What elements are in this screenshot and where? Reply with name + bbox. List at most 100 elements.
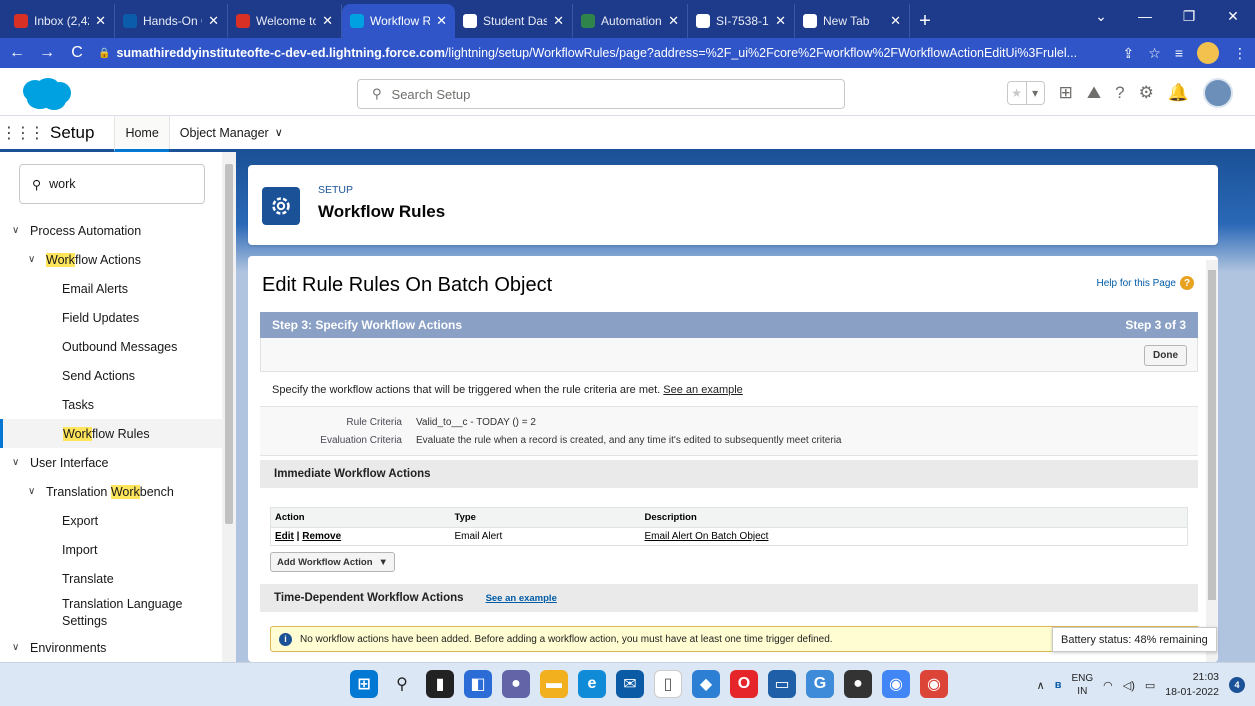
close-tab-icon[interactable]: ✕ (208, 13, 219, 29)
nav-tab-home[interactable]: Home (114, 116, 169, 152)
clock[interactable]: 21:03 18-01-2022 (1165, 670, 1219, 699)
nav-tab-object-manager[interactable]: Object Manager ∨ (168, 116, 293, 149)
browser-tab[interactable]: Inbox (2,429) ✕ (6, 4, 115, 38)
close-tab-icon[interactable]: ✕ (890, 13, 901, 29)
setup-gear-icon[interactable]: ⚙ (1139, 83, 1154, 103)
trailhead-icon[interactable]: ⛰ (1087, 83, 1101, 103)
mail-icon[interactable]: ✉ (616, 670, 644, 698)
wifi-icon[interactable]: ◠ (1103, 679, 1113, 692)
sidebar-tree-item[interactable]: Import (0, 535, 222, 564)
sidebar-tree-item[interactable]: Translation Language Settings (0, 593, 222, 633)
edit-link[interactable]: Edit (275, 531, 294, 542)
chevron-down-icon[interactable]: ∨ (12, 642, 24, 653)
browser-tab[interactable]: Student Dash ✕ (455, 4, 573, 38)
sidebar-tree-item[interactable]: Workflow Rules (0, 419, 222, 448)
close-tab-icon[interactable]: ✕ (553, 13, 564, 29)
url-field[interactable]: 🔒 sumathireddyinstituteofte-c-dev-ed.lig… (98, 46, 1111, 60)
app-launcher-icon[interactable]: ⋮⋮⋮ (0, 116, 45, 149)
sidebar-scroll-thumb[interactable] (225, 164, 233, 524)
chevron-down-icon[interactable]: ∨ (28, 254, 40, 265)
sidebar-tree-item[interactable]: Field Updates (0, 303, 222, 332)
close-window-button[interactable]: ✕ (1211, 8, 1255, 25)
help-for-this-page-link[interactable]: Help for this Page ? (1097, 276, 1194, 290)
browser-tab[interactable]: SI-7538-1641 ✕ (688, 4, 795, 38)
browser-tab[interactable]: Hands-On O ✕ (115, 4, 228, 38)
start-menu-icon[interactable]: ⊞ (350, 670, 378, 698)
share-icon[interactable]: ⇪ (1123, 45, 1135, 62)
close-tab-icon[interactable]: ✕ (775, 13, 786, 29)
reload-icon[interactable]: C (68, 44, 86, 62)
task-view-icon[interactable]: ▮ (426, 670, 454, 698)
browser-tab[interactable]: Welcome to ✕ (228, 4, 342, 38)
tray-overflow-icon[interactable]: ∧ (1037, 679, 1045, 692)
restore-button[interactable]: ❐ (1167, 8, 1211, 25)
favorites-dropdown-icon[interactable]: ▾ (1025, 82, 1044, 104)
bookmark-star-icon[interactable]: ☆ (1148, 45, 1161, 62)
new-tab-button[interactable]: + (910, 4, 940, 38)
global-search-input[interactable]: ⚲ Search Setup (357, 79, 845, 109)
browser-tab[interactable]: New Tab ✕ (795, 4, 910, 38)
sidebar-tree-item[interactable]: ∨ Environments (0, 633, 222, 662)
close-tab-icon[interactable]: ✕ (322, 13, 333, 29)
global-actions-icon[interactable]: ⊞ (1059, 83, 1073, 103)
browser-menu-icon[interactable]: ⋮ (1233, 45, 1247, 62)
sidebar-tree-item[interactable]: ∨ Translation Workbench (0, 477, 222, 506)
notifications-bell-icon[interactable]: 🔔 (1168, 83, 1189, 103)
reading-list-icon[interactable]: ≡ (1175, 45, 1183, 61)
content-scrollbar[interactable] (1206, 260, 1218, 662)
app-icon[interactable]: G (806, 670, 834, 698)
browser-tab[interactable]: Workflow Rul ✕ (342, 4, 455, 38)
edge-browser-icon[interactable]: e (578, 670, 606, 698)
time-see-example-link[interactable]: See an example (486, 593, 557, 604)
sidebar-scrollbar[interactable] (222, 152, 236, 662)
description-link[interactable]: Email Alert On Batch Object (645, 531, 769, 542)
file-explorer-icon[interactable]: ▬ (540, 670, 568, 698)
chrome-profile-icon[interactable]: ◉ (920, 670, 948, 698)
store-icon[interactable]: ◆ (692, 670, 720, 698)
chrome-icon[interactable]: ◉ (882, 670, 910, 698)
close-tab-icon[interactable]: ✕ (95, 13, 106, 29)
done-button[interactable]: Done (1144, 345, 1187, 366)
widgets-icon[interactable]: ◧ (464, 670, 492, 698)
bluetooth-icon[interactable]: ʙ (1055, 679, 1062, 691)
notepad-icon[interactable]: ▯ (654, 670, 682, 698)
browser-tab[interactable]: Automations ✕ (573, 4, 688, 38)
input-language[interactable]: ENG IN (1071, 672, 1093, 698)
sidebar-tree-item[interactable]: Tasks (0, 390, 222, 419)
tab-search-icon[interactable]: ⌄ (1079, 8, 1123, 25)
chevron-down-icon[interactable]: ∨ (275, 126, 283, 139)
github-icon[interactable]: ● (844, 670, 872, 698)
minimize-button[interactable]: — (1123, 8, 1167, 24)
notification-badge[interactable]: 4 (1229, 677, 1245, 693)
forward-icon[interactable]: → (38, 44, 56, 62)
content-scroll-thumb[interactable] (1208, 270, 1216, 600)
back-icon[interactable]: ← (8, 44, 26, 62)
sidebar-tree-item[interactable]: Export (0, 506, 222, 535)
chevron-down-icon[interactable]: ∨ (12, 225, 24, 236)
salesforce-logo[interactable] (20, 77, 72, 111)
monitor-icon[interactable]: ▭ (768, 670, 796, 698)
help-icon[interactable]: ? (1115, 83, 1124, 103)
favorite-star-icon[interactable]: ★ (1008, 82, 1026, 104)
add-workflow-action-button[interactable]: Add Workflow Action ▼ (270, 552, 395, 572)
chevron-down-icon[interactable]: ∨ (12, 457, 24, 468)
sidebar-tree-item[interactable]: ∨ Process Automation (0, 216, 222, 245)
user-avatar[interactable] (1203, 78, 1233, 108)
close-tab-icon[interactable]: ✕ (436, 13, 447, 29)
sidebar-tree-item[interactable]: ∨ User Interface (0, 448, 222, 477)
taskbar-search-icon[interactable]: ⚲ (388, 670, 416, 698)
opera-icon[interactable]: O (730, 670, 758, 698)
quick-find-input[interactable]: ⚲ work (19, 164, 205, 204)
remove-link[interactable]: Remove (302, 531, 341, 542)
sidebar-tree-item[interactable]: Translate (0, 564, 222, 593)
sidebar-tree-item[interactable]: Email Alerts (0, 274, 222, 303)
teams-chat-icon[interactable]: ● (502, 670, 530, 698)
sidebar-tree-item[interactable]: ∨ Workflow Actions (0, 245, 222, 274)
close-tab-icon[interactable]: ✕ (668, 13, 679, 29)
battery-icon[interactable]: ▭ (1145, 679, 1155, 692)
sidebar-tree-item[interactable]: Outbound Messages (0, 332, 222, 361)
see-example-link[interactable]: See an example (663, 384, 743, 396)
chevron-down-icon[interactable]: ∨ (28, 486, 40, 497)
volume-icon[interactable]: ◁) (1123, 679, 1135, 692)
extension-icon[interactable] (1197, 42, 1219, 64)
